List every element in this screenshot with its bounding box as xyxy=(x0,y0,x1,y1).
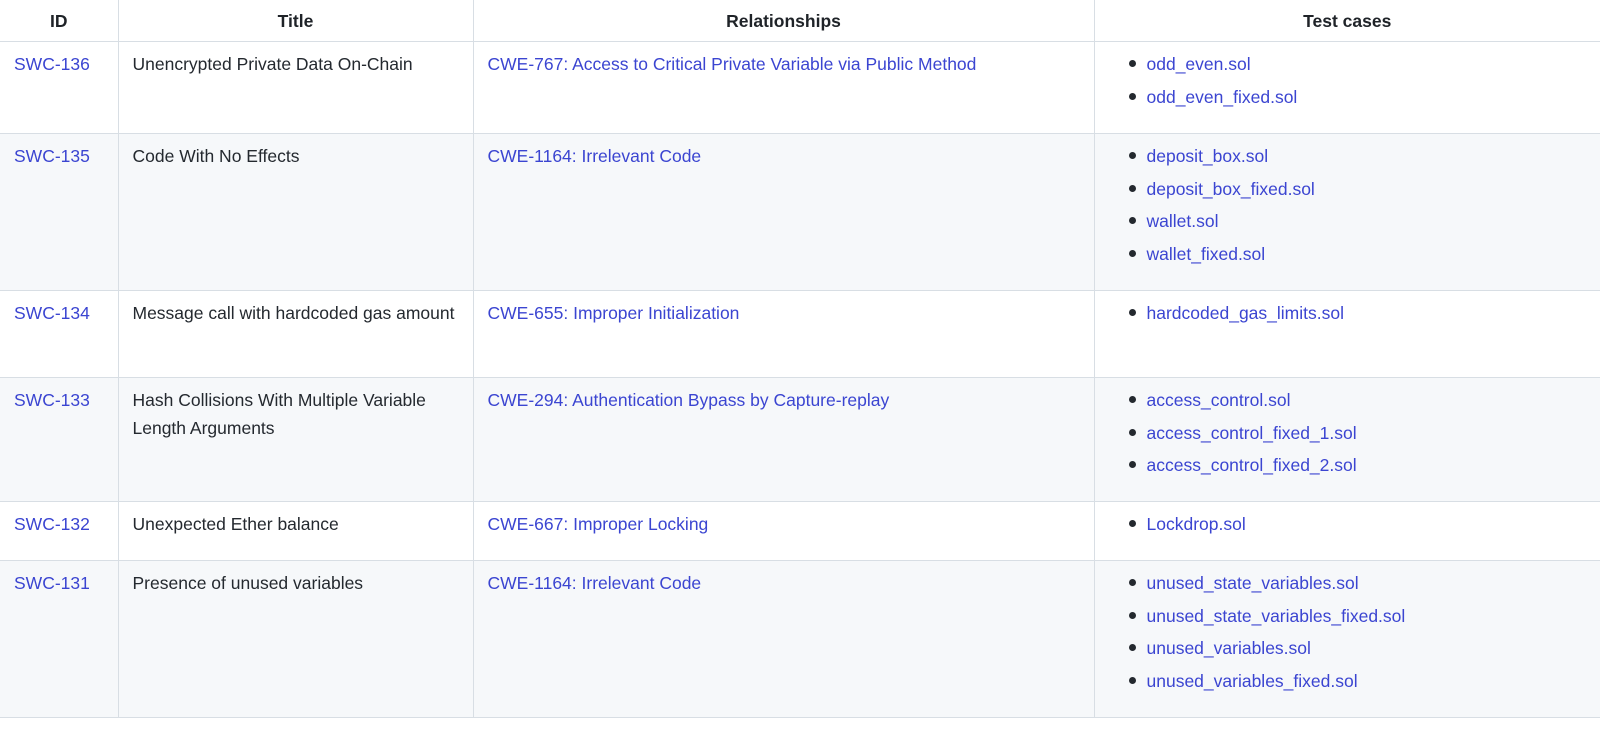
test-case-link[interactable]: odd_even_fixed.sol xyxy=(1147,87,1298,107)
test-case-item: hardcoded_gas_limits.sol xyxy=(1128,299,1587,332)
test-case-link[interactable]: odd_even.sol xyxy=(1147,54,1251,74)
id-cell: SWC-132 xyxy=(0,501,119,561)
title-cell: Unexpected Ether balance xyxy=(117,501,474,561)
test-case-link[interactable]: unused_state_variables.sol xyxy=(1147,573,1359,593)
test-case-link[interactable]: Lockdrop.sol xyxy=(1147,514,1246,534)
bullet-icon xyxy=(1128,184,1136,192)
bullet-icon xyxy=(1128,249,1136,257)
test-case-item: wallet.sol xyxy=(1128,207,1587,240)
test-case-link[interactable]: access_control_fixed_2.sol xyxy=(1147,455,1357,475)
test-cases-cell: hardcoded_gas_limits.sol xyxy=(1093,290,1600,378)
test-case-link[interactable]: access_control.sol xyxy=(1147,390,1291,410)
test-case-item: odd_even.sol xyxy=(1128,50,1587,83)
title-cell: Message call with hardcoded gas amount xyxy=(117,290,474,378)
test-case-list: odd_even.sol odd_even_fixed.sol xyxy=(1109,50,1587,115)
test-case-item: wallet_fixed.sol xyxy=(1128,240,1587,273)
relationship-cell: CWE-1164: Irrelevant Code xyxy=(472,133,1095,291)
test-case-link[interactable]: access_control_fixed_1.sol xyxy=(1147,423,1357,443)
test-cases-cell: deposit_box.sol deposit_box_fixed.sol wa… xyxy=(1093,133,1600,291)
test-cases-cell: unused_state_variables.sol unused_state_… xyxy=(1093,560,1600,718)
test-case-item: access_control.sol xyxy=(1128,386,1587,419)
swc-id-link[interactable]: SWC-136 xyxy=(14,54,90,74)
test-case-item: unused_state_variables.sol xyxy=(1128,569,1587,602)
test-case-link[interactable]: wallet.sol xyxy=(1147,211,1219,231)
swc-id-link[interactable]: SWC-135 xyxy=(14,146,90,166)
column-header-relationships: Relationships xyxy=(472,0,1095,42)
test-case-list: access_control.sol access_control_fixed_… xyxy=(1109,386,1587,484)
cwe-link[interactable]: CWE-655: Improper Initialization xyxy=(488,303,740,323)
test-case-link[interactable]: hardcoded_gas_limits.sol xyxy=(1147,303,1344,323)
table-header-row: ID Title Relationships Test cases xyxy=(0,0,1600,42)
swc-id-link[interactable]: SWC-134 xyxy=(14,303,90,323)
test-case-item: unused_state_variables_fixed.sol xyxy=(1128,602,1587,635)
test-case-item: deposit_box_fixed.sol xyxy=(1128,175,1587,208)
id-cell: SWC-135 xyxy=(0,133,119,291)
bullet-icon xyxy=(1128,611,1136,619)
column-header-id: ID xyxy=(0,0,119,42)
table-row: SWC-136 Unencrypted Private Data On-Chai… xyxy=(0,41,1600,134)
id-cell: SWC-131 xyxy=(0,560,119,718)
relationship-cell: CWE-1164: Irrelevant Code xyxy=(472,560,1095,718)
swc-id-link[interactable]: SWC-132 xyxy=(14,514,90,534)
bullet-icon xyxy=(1128,428,1136,436)
column-header-title: Title xyxy=(117,0,474,42)
bullet-icon xyxy=(1128,676,1136,684)
bullet-icon xyxy=(1128,217,1136,224)
id-cell: SWC-134 xyxy=(0,290,119,378)
test-cases-cell: access_control.sol access_control_fixed_… xyxy=(1093,377,1600,502)
bullet-icon xyxy=(1128,520,1136,527)
title-cell: Hash Collisions With Multiple Variable L… xyxy=(117,377,474,502)
test-case-list: hardcoded_gas_limits.sol xyxy=(1109,299,1587,332)
cwe-link[interactable]: CWE-1164: Irrelevant Code xyxy=(488,573,702,593)
relationship-cell: CWE-655: Improper Initialization xyxy=(472,290,1095,378)
table-row: SWC-132 Unexpected Ether balance CWE-667… xyxy=(0,501,1600,561)
id-cell: SWC-133 xyxy=(0,377,119,502)
column-header-test-cases: Test cases xyxy=(1093,0,1600,42)
relationship-cell: CWE-294: Authentication Bypass by Captur… xyxy=(472,377,1095,502)
bullet-icon xyxy=(1128,92,1136,100)
title-cell: Unencrypted Private Data On-Chain xyxy=(117,41,474,134)
test-cases-cell: odd_even.sol odd_even_fixed.sol xyxy=(1093,41,1600,134)
test-case-list: unused_state_variables.sol unused_state_… xyxy=(1109,569,1587,699)
test-case-item: access_control_fixed_2.sol xyxy=(1128,451,1587,484)
table-row: SWC-135 Code With No Effects CWE-1164: I… xyxy=(0,133,1600,291)
test-case-link[interactable]: unused_variables_fixed.sol xyxy=(1147,671,1358,691)
test-cases-cell: Lockdrop.sol xyxy=(1093,501,1600,561)
test-case-item: unused_variables_fixed.sol xyxy=(1128,667,1587,700)
title-cell: Presence of unused variables xyxy=(117,560,474,718)
test-case-link[interactable]: deposit_box.sol xyxy=(1147,146,1269,166)
test-case-link[interactable]: deposit_box_fixed.sol xyxy=(1147,179,1315,199)
test-case-link[interactable]: wallet_fixed.sol xyxy=(1147,244,1266,264)
test-case-link[interactable]: unused_variables.sol xyxy=(1147,638,1311,658)
bullet-icon xyxy=(1128,152,1136,159)
id-cell: SWC-136 xyxy=(0,41,119,134)
test-case-item: unused_variables.sol xyxy=(1128,634,1587,667)
bullet-icon xyxy=(1128,644,1136,651)
test-case-list: deposit_box.sol deposit_box_fixed.sol wa… xyxy=(1109,142,1587,272)
bullet-icon xyxy=(1128,396,1136,403)
table-row: SWC-133 Hash Collisions With Multiple Va… xyxy=(0,377,1600,502)
swc-registry-table: ID Title Relationships Test cases SWC-13… xyxy=(0,0,1600,718)
bullet-icon xyxy=(1128,461,1136,468)
test-case-link[interactable]: unused_state_variables_fixed.sol xyxy=(1147,606,1406,626)
table-row: SWC-131 Presence of unused variables CWE… xyxy=(0,560,1600,718)
test-case-item: Lockdrop.sol xyxy=(1128,510,1587,543)
bullet-icon xyxy=(1128,579,1136,586)
swc-id-link[interactable]: SWC-131 xyxy=(14,573,90,593)
test-case-item: access_control_fixed_1.sol xyxy=(1128,419,1587,452)
test-case-list: Lockdrop.sol xyxy=(1109,510,1587,543)
cwe-link[interactable]: CWE-667: Improper Locking xyxy=(488,514,709,534)
cwe-link[interactable]: CWE-767: Access to Critical Private Vari… xyxy=(488,54,977,74)
table-row: SWC-134 Message call with hardcoded gas … xyxy=(0,290,1600,378)
relationship-cell: CWE-667: Improper Locking xyxy=(472,501,1095,561)
cwe-link[interactable]: CWE-294: Authentication Bypass by Captur… xyxy=(488,390,890,410)
relationship-cell: CWE-767: Access to Critical Private Vari… xyxy=(472,41,1095,134)
bullet-icon xyxy=(1128,309,1136,316)
cwe-link[interactable]: CWE-1164: Irrelevant Code xyxy=(488,146,702,166)
title-cell: Code With No Effects xyxy=(117,133,474,291)
bullet-icon xyxy=(1128,60,1136,67)
swc-id-link[interactable]: SWC-133 xyxy=(14,390,90,410)
test-case-item: deposit_box.sol xyxy=(1128,142,1587,175)
test-case-item: odd_even_fixed.sol xyxy=(1128,83,1587,116)
